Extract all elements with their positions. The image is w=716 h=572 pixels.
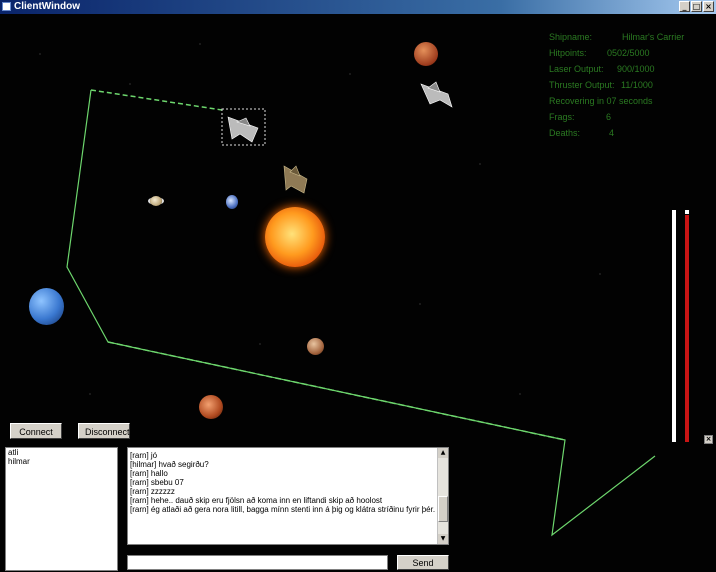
player-item[interactable]: atli bbox=[6, 448, 117, 457]
sun bbox=[265, 207, 325, 267]
gauge-white-cap bbox=[685, 210, 689, 214]
star bbox=[39, 53, 41, 55]
planet-rust bbox=[199, 395, 223, 419]
planet-mars-red bbox=[414, 42, 438, 66]
planet-jupiter-brown bbox=[307, 338, 324, 355]
scroll-up-icon[interactable]: ▲ bbox=[438, 448, 448, 458]
disconnect-button[interactable]: Disconnect bbox=[78, 423, 130, 439]
chat-line: [rarn] jó bbox=[130, 451, 158, 460]
app-icon bbox=[2, 2, 11, 11]
chat-log[interactable]: [rarn] jó [hilmar] hvað segirðu? [rarn] … bbox=[127, 447, 449, 545]
planet-earth bbox=[226, 195, 238, 209]
ship-carrier-selected bbox=[227, 116, 259, 143]
hud-value-hitpoints: 0502/5000 bbox=[607, 48, 650, 58]
chat-line: [rarn] sbebu 07 bbox=[130, 478, 184, 487]
boundary-dashed-top bbox=[90, 89, 223, 111]
hud-value-laser: 900/1000 bbox=[617, 64, 655, 74]
chat-line: [rarn] hehe.. dauð skip eru fjölsn að ko… bbox=[130, 496, 383, 505]
gauge-white-track bbox=[672, 210, 676, 442]
gauge-red-track bbox=[685, 215, 689, 442]
chat-line: [hilmar] hvað segirðu? bbox=[130, 460, 209, 469]
scroll-thumb[interactable] bbox=[438, 496, 448, 522]
hud-label-shipname: Shipname: bbox=[549, 32, 593, 42]
send-message-button[interactable]: Send message bbox=[397, 555, 449, 572]
star bbox=[129, 83, 131, 85]
player-item[interactable]: hilmar bbox=[6, 457, 117, 466]
ship-enemy bbox=[420, 81, 453, 108]
close-icon[interactable]: × bbox=[703, 1, 714, 12]
gauge-close-icon: × bbox=[705, 435, 712, 443]
star bbox=[519, 393, 521, 395]
message-input[interactable] bbox=[127, 555, 388, 570]
gauge-white-fill bbox=[672, 210, 676, 442]
gauge-red-fill bbox=[685, 215, 689, 442]
hud-value-thruster: 11/1000 bbox=[621, 80, 653, 90]
star bbox=[199, 43, 201, 45]
planet-neptune-blue bbox=[29, 288, 64, 325]
hud-value-deaths: 4 bbox=[609, 128, 615, 138]
star bbox=[89, 393, 91, 395]
star bbox=[479, 163, 481, 165]
hud-label-thruster: Thruster Output: bbox=[549, 80, 615, 90]
maximize-icon[interactable]: □ bbox=[691, 1, 702, 12]
hud-value-shipname: Hilmar's Carrier bbox=[622, 32, 685, 42]
hud-value-frags: 6 bbox=[606, 112, 612, 122]
chat-line: [rarn] zzzzzz bbox=[130, 487, 175, 496]
hud-label-hitpoints: Hitpoints: bbox=[549, 48, 587, 58]
player-list[interactable]: atli hilmar bbox=[5, 447, 118, 571]
hud-label-recovering: Recovering in 07 seconds bbox=[549, 96, 653, 106]
minimize-icon[interactable]: _ bbox=[679, 1, 690, 12]
gauge-close-button[interactable]: × bbox=[704, 435, 713, 444]
window-titlebar: ClientWindow _ □ × bbox=[0, 0, 716, 14]
connect-button[interactable]: Connect bbox=[10, 423, 62, 439]
scroll-down-icon[interactable]: ▼ bbox=[438, 534, 448, 544]
star bbox=[599, 273, 601, 275]
planet-saturn bbox=[150, 196, 162, 206]
chat-scrollbar[interactable]: ▲ ▼ bbox=[437, 448, 448, 544]
window-title: ClientWindow bbox=[14, 1, 81, 12]
ship-enemy-bronze bbox=[283, 165, 308, 194]
chat-line: [rarn] ég atlaði að gera nora litill, ba… bbox=[130, 505, 436, 514]
game-viewport[interactable]: Shipname: Hilmar's Carrier Hitpoints: 05… bbox=[0, 14, 716, 572]
star bbox=[419, 303, 421, 305]
hud-label-deaths: Deaths: bbox=[549, 128, 581, 138]
chat-line: [rarn] hallo bbox=[130, 469, 168, 478]
star bbox=[259, 343, 261, 345]
hud-label-frags: Frags: bbox=[549, 112, 575, 122]
hud-label-laser: Laser Output: bbox=[549, 64, 604, 74]
star bbox=[349, 73, 351, 75]
